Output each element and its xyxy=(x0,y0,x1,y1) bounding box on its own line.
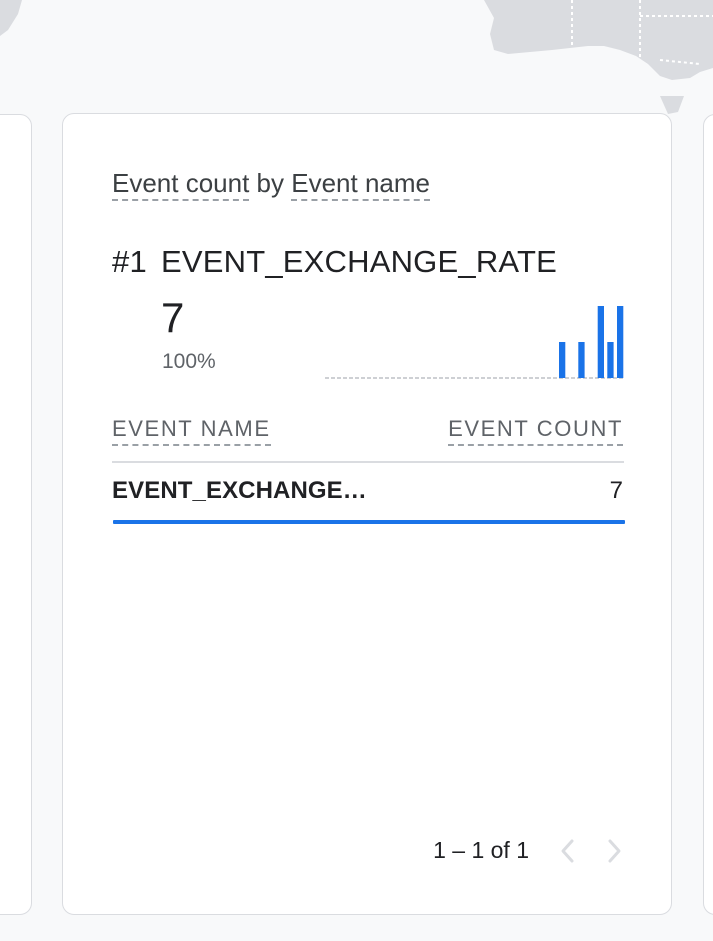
pagination-text: 1 – 1 of 1 xyxy=(433,837,529,863)
chevron-left-icon xyxy=(561,839,574,863)
sparkline-bar xyxy=(607,342,614,378)
title-by-text: by xyxy=(256,168,285,198)
sparkline-bar xyxy=(578,342,585,378)
world-map-fragment xyxy=(0,0,713,114)
sparkline-chart xyxy=(325,306,625,379)
sparkline-bar xyxy=(597,306,604,378)
column-header-event-name[interactable]: EVENT NAME xyxy=(112,416,271,446)
map-land-tasmania xyxy=(660,96,684,114)
map-land-left xyxy=(0,0,22,36)
adjacent-card-left xyxy=(0,114,32,915)
sparkline-bar xyxy=(617,306,624,378)
header-divider xyxy=(112,461,624,463)
table-row-event-name: EVENT_EXCHANGE_RATE xyxy=(112,477,372,504)
column-header-event-count[interactable]: EVENT COUNT xyxy=(448,416,623,446)
top-item-heading: #1 EVENT_EXCHANGE_RATE xyxy=(112,244,557,280)
pagination-prev-button[interactable] xyxy=(553,836,581,866)
top-item-value: 7 xyxy=(161,294,185,341)
table-row-share-bar xyxy=(113,520,625,524)
metric-selector[interactable]: Event count xyxy=(112,168,250,201)
pagination-next-button[interactable] xyxy=(601,836,629,866)
sparkline-bars xyxy=(559,306,624,378)
sparkline-bar xyxy=(559,342,566,378)
table-row-event-count: 7 xyxy=(609,477,623,504)
adjacent-card-right xyxy=(703,114,713,915)
card-title: Event count by Event name xyxy=(112,168,430,201)
top-item-rank: #1 xyxy=(112,244,147,279)
map-land-australia xyxy=(484,0,713,80)
dimension-selector[interactable]: Event name xyxy=(291,168,430,201)
event-count-card: Event count by Event name #1 EVENT_EXCHAN… xyxy=(62,113,672,915)
top-item-percent: 100% xyxy=(162,350,216,373)
top-item-name: EVENT_EXCHANGE_RATE xyxy=(161,244,557,279)
chevron-right-icon xyxy=(608,839,621,863)
